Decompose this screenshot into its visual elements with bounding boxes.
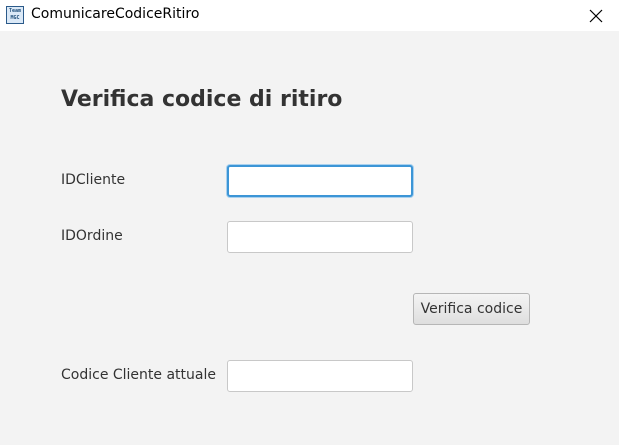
- id-ordine-input[interactable]: [227, 221, 413, 253]
- form-area: Verifica codice di ritiro IDCliente IDOr…: [0, 31, 619, 445]
- id-ordine-label: IDOrdine: [61, 228, 123, 244]
- codice-cliente-label: Codice Cliente attuale: [61, 367, 216, 383]
- close-button[interactable]: [573, 0, 619, 31]
- window-title: ComunicareCodiceRitiro: [31, 6, 200, 22]
- verifica-codice-button[interactable]: Verifica codice: [413, 293, 530, 325]
- page-title: Verifica codice di ritiro: [61, 87, 343, 112]
- app-icon: Team MGC: [6, 6, 24, 24]
- close-icon: [589, 9, 603, 22]
- id-cliente-label: IDCliente: [61, 172, 126, 188]
- codice-cliente-input[interactable]: [227, 360, 413, 392]
- title-bar: Team MGC ComunicareCodiceRitiro: [0, 0, 619, 31]
- window: Team MGC ComunicareCodiceRitiro Verifica…: [0, 0, 619, 445]
- id-cliente-input[interactable]: [227, 165, 413, 197]
